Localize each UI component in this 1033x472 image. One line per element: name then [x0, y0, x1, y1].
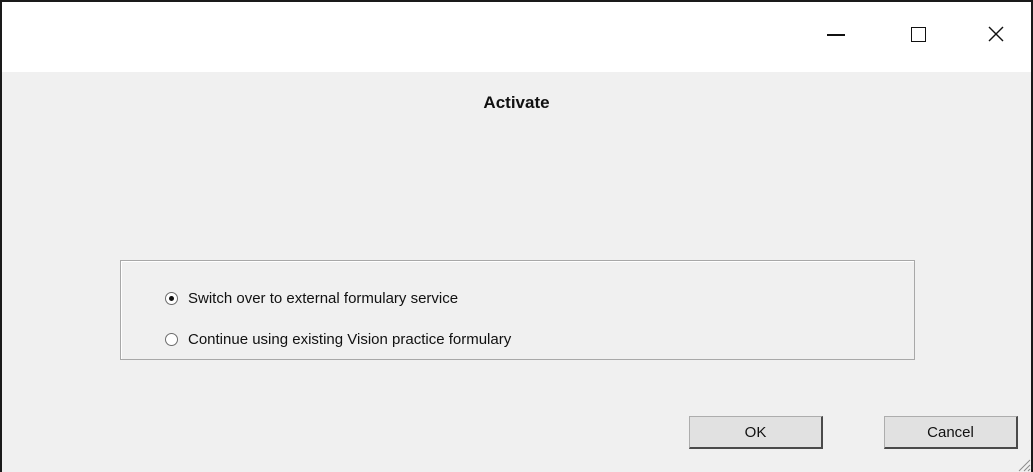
dialog-title: Activate: [483, 93, 550, 112]
formulary-option-group: Switch over to external formulary servic…: [120, 260, 915, 360]
close-icon: [988, 26, 1004, 42]
maximize-button[interactable]: [898, 14, 938, 54]
maximize-icon: [910, 26, 926, 42]
radio-button[interactable]: [165, 333, 178, 346]
radio-button-selected[interactable]: [165, 292, 178, 305]
minimize-button[interactable]: [816, 14, 856, 54]
minimize-icon: [827, 34, 845, 36]
ok-button[interactable]: OK: [689, 416, 823, 449]
option-label: Continue using existing Vision practice …: [188, 331, 512, 348]
dialog-window: Activate Switch over to external formula…: [0, 0, 1033, 472]
option-label: Switch over to external formulary servic…: [188, 290, 459, 307]
title-bar: [2, 2, 1031, 72]
option-existing-formulary[interactable]: Continue using existing Vision practice …: [165, 331, 511, 348]
cancel-button[interactable]: Cancel: [884, 416, 1018, 449]
close-button[interactable]: [976, 14, 1016, 54]
resize-grip-icon[interactable]: [1015, 456, 1031, 472]
option-external-formulary[interactable]: Switch over to external formulary servic…: [165, 290, 458, 307]
